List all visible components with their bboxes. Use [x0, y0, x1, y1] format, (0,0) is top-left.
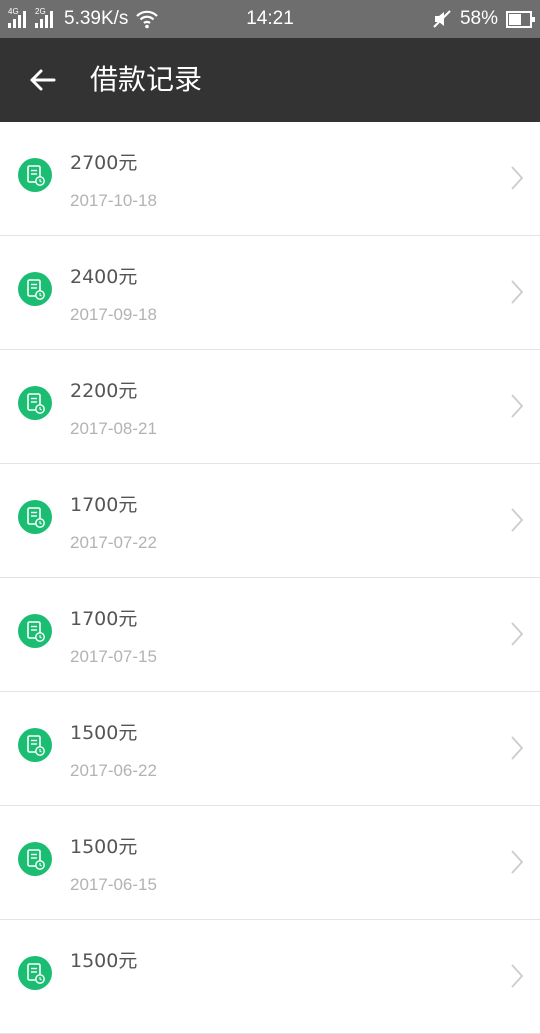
status-right: 58% [432, 0, 535, 38]
record-icon [18, 956, 52, 990]
loan-amount: 1500元 [70, 722, 138, 744]
list-item[interactable]: 1500元 2017-06-22 [0, 692, 540, 806]
back-arrow-icon[interactable] [24, 62, 60, 98]
app-bar: 借款记录 [0, 38, 540, 122]
list-item[interactable]: 1500元 2017-06-15 [0, 806, 540, 920]
loan-date: 2017-06-15 [70, 875, 157, 894]
record-icon [18, 728, 52, 762]
record-icon [18, 614, 52, 648]
chevron-right-icon [511, 850, 524, 874]
list-item[interactable]: 2200元 2017-08-21 [0, 350, 540, 464]
list-item[interactable]: 1700元 2017-07-15 [0, 578, 540, 692]
record-icon [18, 500, 52, 534]
chevron-right-icon [511, 394, 524, 418]
loan-amount: 1700元 [70, 608, 138, 630]
loan-date: 2017-07-15 [70, 647, 157, 666]
chevron-right-icon [511, 622, 524, 646]
status-bar: 4G 2G 5.39K/s 14:21 58% [0, 0, 540, 38]
loan-date: 2017-09-18 [70, 305, 157, 324]
list-item[interactable]: 1700元 2017-07-22 [0, 464, 540, 578]
chevron-right-icon [511, 166, 524, 190]
loan-date: 2017-08-21 [70, 419, 157, 438]
battery-percent: 58% [459, 8, 498, 29]
chevron-right-icon [511, 964, 524, 988]
loan-amount: 1500元 [70, 836, 138, 858]
list-item[interactable]: 2700元 2017-10-18 [0, 122, 540, 236]
loan-date: 2017-06-22 [70, 761, 157, 780]
battery-icon [506, 10, 535, 28]
list-item[interactable]: 2400元 2017-09-18 [0, 236, 540, 350]
loan-amount: 1700元 [70, 494, 138, 516]
loan-date: 2017-10-18 [70, 191, 157, 210]
chevron-right-icon [511, 736, 524, 760]
page-title: 借款记录 [90, 63, 203, 96]
chevron-right-icon [511, 280, 524, 304]
loan-amount: 2400元 [70, 266, 138, 288]
loan-amount: 2700元 [70, 152, 138, 174]
record-icon [18, 842, 52, 876]
loan-date: 2017-07-22 [70, 533, 157, 552]
record-icon [18, 272, 52, 306]
list-item[interactable]: 1500元 [0, 920, 540, 1034]
chevron-right-icon [511, 508, 524, 532]
loan-record-list: 2700元 2017-10-18 2400元 2017-09-18 2200元 … [0, 122, 540, 1034]
record-icon [18, 158, 52, 192]
mute-icon [433, 10, 451, 28]
record-icon [18, 386, 52, 420]
loan-amount: 2200元 [70, 380, 138, 402]
